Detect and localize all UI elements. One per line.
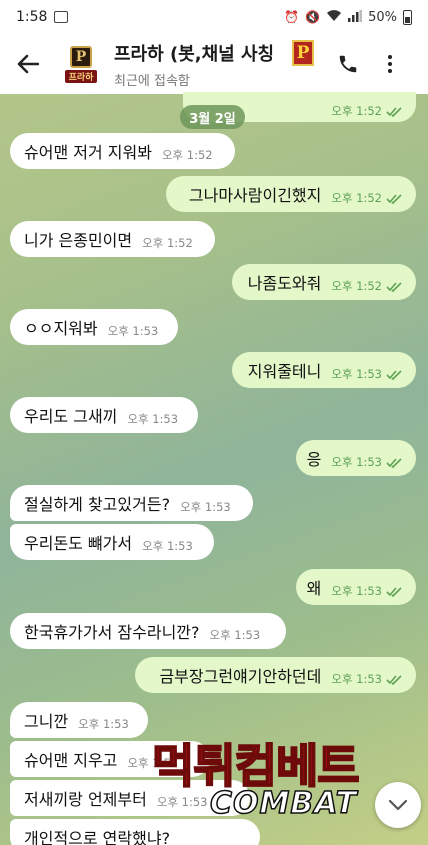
message-text: 지워줄테니 xyxy=(247,362,322,381)
message-in[interactable]: 우리돈도 뺴가서 오후 1:53 xyxy=(10,524,214,560)
watermark-brand: COMBAT xyxy=(209,785,358,822)
message-in[interactable]: 절실하게 찾고있거든? 오후 1:53 xyxy=(10,485,253,521)
message-out[interactable]: 지워줄테니 오후 1:53 xyxy=(232,352,416,388)
avatar-logo: P xyxy=(70,45,92,68)
last-seen-status: 최근에 접속함 xyxy=(114,73,190,89)
message-time: 오후 1:53 xyxy=(180,500,231,514)
gallery-notification-icon xyxy=(54,11,69,23)
status-time: 1:58 xyxy=(16,9,48,25)
message-in[interactable]: ㅇㅇ지워봐 오후 1:53 xyxy=(10,309,178,345)
message-in[interactable]: 니가 은종민이면 오후 1:52 xyxy=(10,221,215,257)
battery-icon xyxy=(403,9,412,25)
double-check-icon xyxy=(386,102,404,121)
double-check-icon xyxy=(386,189,404,208)
message-text: 한국휴가가서 잠수라니깐? xyxy=(24,623,200,642)
avatar[interactable]: P 프라하 xyxy=(56,39,106,89)
battery-percent: 50% xyxy=(368,9,397,25)
chat-header: P 프라하 프라하 (봇,채널 사칭 최근에 접속함 P xyxy=(0,34,428,94)
message-text: 금부장그런얘기안하던데 xyxy=(159,667,322,686)
message-text: 우리도 그새끼 xyxy=(24,407,118,426)
signal-icon xyxy=(348,9,363,25)
message-time: 오후 1:53 xyxy=(331,367,382,381)
message-time: 오후 1:52 xyxy=(331,279,382,293)
message-text: 응 xyxy=(306,450,322,469)
message-time: 오후 1:52 xyxy=(161,148,213,162)
more-vertical-icon xyxy=(388,55,392,59)
message-text: 나좀도와줘 xyxy=(247,274,322,293)
more-options-button[interactable] xyxy=(376,46,404,82)
message-in[interactable]: 슈어맨 저거 지워봐 오후 1:52 xyxy=(10,133,235,169)
message-text: ㅇㅇ지워봐 xyxy=(24,319,98,338)
message-text: 그나마사람이긴했지 xyxy=(188,186,322,205)
message-text: 니가 은종민이면 xyxy=(24,231,133,250)
mute-icon: 🔇 xyxy=(305,10,321,24)
message-text: 절실하게 찾고있거든? xyxy=(24,495,171,514)
double-check-icon xyxy=(386,582,404,601)
double-check-icon xyxy=(386,365,404,384)
message-out[interactable]: 응 오후 1:53 xyxy=(296,440,416,476)
message-time: 오후 1:53 xyxy=(209,628,261,642)
message-text: 왜 xyxy=(306,579,322,598)
double-check-icon xyxy=(386,670,404,689)
alarm-icon: ⏰ xyxy=(284,10,300,24)
message-out[interactable]: 그나마사람이긴했지 오후 1:52 xyxy=(166,176,416,212)
title-emblem-icon: P xyxy=(292,40,314,66)
message-text: 개인적으로 연락했냐? xyxy=(24,829,171,845)
message-in[interactable]: 그니깐 오후 1:53 xyxy=(10,702,148,738)
message-out[interactable]: 금부장그런얘기안하던데 오후 1:53 xyxy=(135,657,416,693)
double-check-icon xyxy=(386,453,404,472)
avatar-logo-text: 프라하 xyxy=(64,69,98,83)
message-time: 오후 1:53 xyxy=(127,412,179,426)
message-time: 오후 1:53 xyxy=(331,672,382,686)
chat-title: 프라하 (봇,채널 사칭 xyxy=(114,43,275,65)
message-time: 오후 1:53 xyxy=(142,539,193,553)
message-text: 그니깐 xyxy=(24,712,69,731)
chevron-down-icon xyxy=(388,799,408,811)
message-in[interactable]: 우리도 그새끼 오후 1:53 xyxy=(10,397,198,433)
message-time: 오후 1:52 xyxy=(331,191,382,205)
message-out[interactable]: 나좀도와줘 오후 1:52 xyxy=(232,264,416,300)
message-time: 오후 1:53 xyxy=(78,717,129,731)
status-icons: ⏰ 🔇 50% xyxy=(284,9,412,25)
message-text: 슈어맨 지우고 xyxy=(24,751,118,770)
message-time: 오후 1:52 xyxy=(142,236,193,250)
chat-title-block[interactable]: 프라하 (봇,채널 사칭 최근에 접속함 xyxy=(114,40,290,89)
back-button[interactable] xyxy=(0,34,56,94)
date-separator: 3월 2일 xyxy=(180,105,245,129)
status-bar: 1:58 ⏰ 🔇 50% xyxy=(0,0,428,34)
scroll-to-bottom-button[interactable] xyxy=(375,782,421,828)
call-button[interactable] xyxy=(330,46,366,82)
phone-icon xyxy=(339,55,357,73)
message-time: 오후 1:53 xyxy=(331,584,382,598)
message-text: 저새끼랑 언제부터 xyxy=(24,790,147,809)
message-time: 오후 1:53 xyxy=(107,324,159,338)
wifi-icon xyxy=(326,9,342,25)
message-text: 슈어맨 저거 지워봐 xyxy=(24,143,152,162)
message-time: 오후 1:53 xyxy=(331,455,382,469)
message-text: 우리돈도 뺴가서 xyxy=(24,534,133,553)
double-check-icon xyxy=(386,277,404,296)
arrow-left-icon xyxy=(17,54,39,74)
message-out[interactable]: 왜 오후 1:53 xyxy=(296,569,416,605)
message-in[interactable]: 한국휴가가서 잠수라니깐? 오후 1:53 xyxy=(10,613,286,649)
